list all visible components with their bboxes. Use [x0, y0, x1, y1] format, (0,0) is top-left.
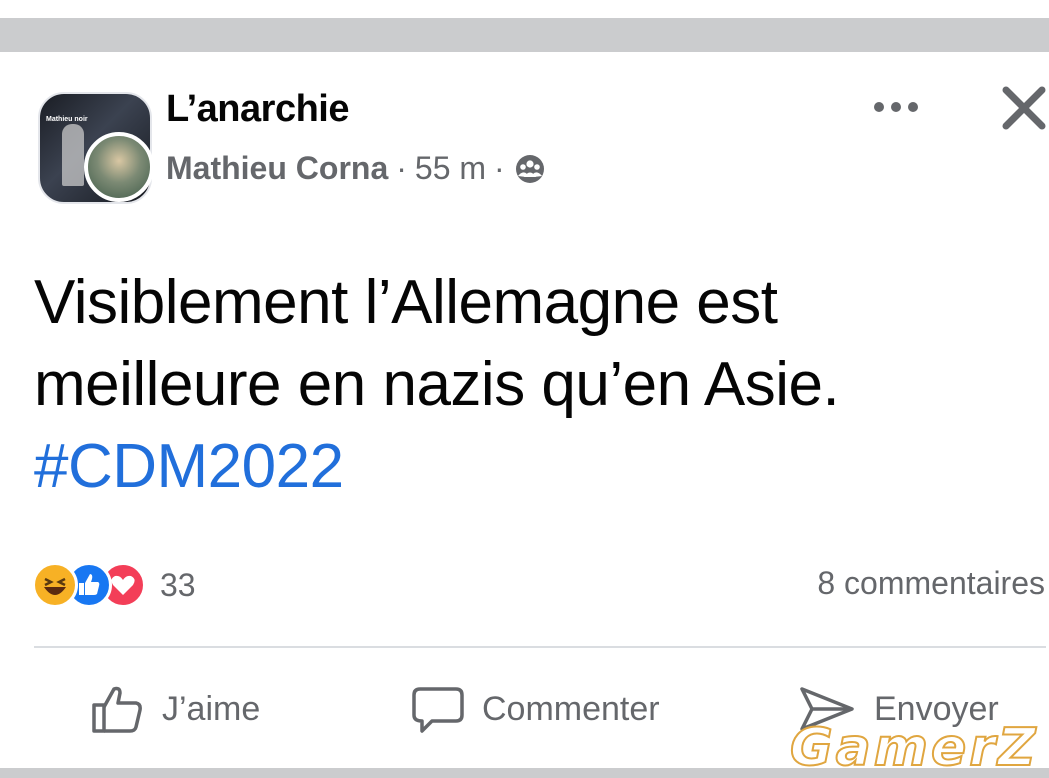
comment-label: Commenter — [482, 689, 660, 728]
action-divider — [34, 646, 1046, 648]
post-body: Visiblement l’Allemagne est meilleure en… — [34, 262, 1014, 508]
close-icon — [1002, 86, 1046, 130]
group-avatar-figure — [62, 124, 84, 186]
like-button[interactable]: J’aime — [90, 678, 260, 740]
meta-separator: · — [396, 150, 407, 186]
feed-separator-top — [0, 18, 1049, 52]
feed-separator-bottom — [0, 768, 1049, 778]
comment-bubble-icon — [412, 687, 464, 733]
meta-separator: · — [494, 150, 505, 186]
group-name[interactable]: L’anarchie — [166, 88, 349, 131]
post-text-line: meilleure en nazis qu’en Asie. — [34, 350, 840, 419]
more-dots-icon — [874, 102, 918, 112]
thumbs-up-icon — [92, 686, 142, 733]
post-meta: Mathieu Corna · 55 m · — [166, 150, 547, 187]
reactions-summary[interactable]: 33 — [32, 562, 196, 608]
hashtag-link[interactable]: #CDM2022 — [34, 426, 1014, 508]
more-options-button[interactable] — [870, 92, 926, 122]
close-button[interactable] — [996, 82, 1049, 136]
author-name[interactable]: Mathieu Corna — [166, 150, 388, 187]
post-text-line: Visiblement l’Allemagne est — [34, 268, 778, 337]
reaction-count: 33 — [160, 566, 196, 603]
author-avatar[interactable] — [84, 132, 154, 202]
avatar-group[interactable]: Mathieu noir — [38, 92, 154, 204]
top-bar — [0, 0, 1049, 18]
comments-count-link[interactable]: 8 commentaires — [817, 565, 1045, 602]
comment-button[interactable]: Commenter — [410, 678, 660, 740]
haha-icon — [32, 562, 78, 608]
group-avatar-text: Mathieu noir — [46, 116, 88, 123]
post-time[interactable]: 55 m — [415, 150, 486, 187]
group-icon — [513, 152, 547, 186]
like-label: J’aime — [162, 689, 261, 728]
